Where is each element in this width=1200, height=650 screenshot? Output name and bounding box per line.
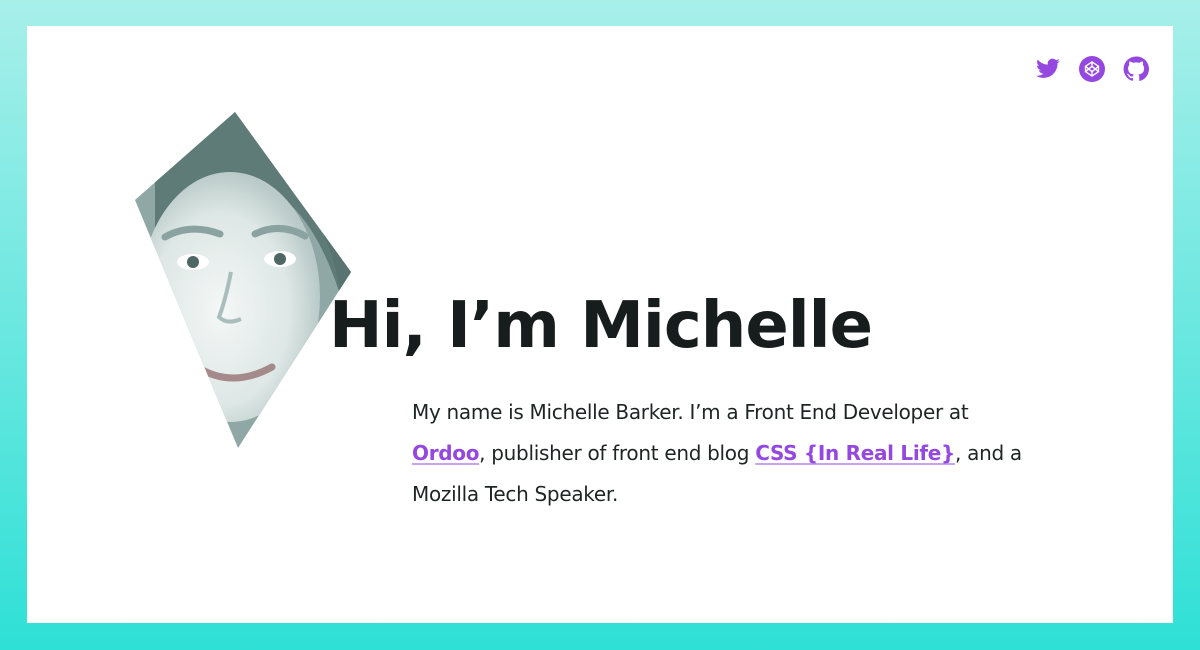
twitter-link[interactable] [1035, 56, 1061, 82]
ordoo-link[interactable]: Ordoo [412, 441, 479, 465]
bio-text-2: , publisher of front end blog [479, 441, 756, 465]
css-in-real-life-link[interactable]: CSS {In Real Life} [755, 441, 955, 465]
bio-text-1: My name is Michelle Barker. I’m a Front … [412, 400, 969, 424]
github-link[interactable] [1123, 56, 1149, 82]
codepen-link[interactable] [1079, 56, 1105, 82]
page-frame: Hi, I’m Michelle My name is Michelle Bar… [27, 26, 1173, 623]
page-title: Hi, I’m Michelle [329, 289, 873, 363]
codepen-icon [1079, 56, 1105, 82]
twitter-icon [1036, 58, 1060, 78]
social-links [1035, 56, 1149, 82]
bio-paragraph: My name is Michelle Barker. I’m a Front … [412, 392, 1032, 515]
profile-photo [135, 112, 351, 448]
github-icon [1123, 56, 1149, 81]
